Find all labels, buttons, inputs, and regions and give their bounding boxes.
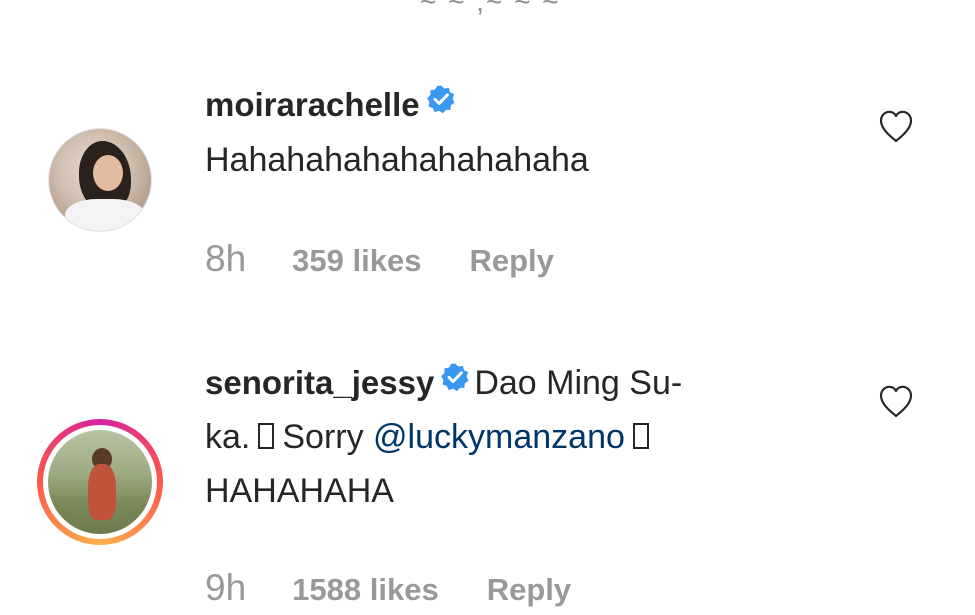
cut-off-text: ~ ~ ,~ ~ ~	[420, 0, 561, 17]
comment-meta: 8h 359 likes Reply	[205, 238, 554, 280]
comment-likes[interactable]: 359 likes	[292, 243, 421, 278]
avatar-story-ring[interactable]	[37, 419, 163, 545]
avatar	[48, 430, 152, 534]
comment-text: Hahahahahahahahahaha	[205, 141, 589, 179]
username-label[interactable]: senorita_jessy	[205, 364, 434, 401]
avatar[interactable]	[48, 128, 152, 232]
comment-meta: 9h 1588 likes Reply	[205, 567, 571, 609]
emoji-placeholder-icon	[632, 423, 649, 450]
comment-text-line1: Dao Ming Su-	[474, 364, 683, 402]
heart-outline-icon[interactable]	[876, 106, 916, 146]
reply-button[interactable]: Reply	[487, 572, 571, 607]
comment-time[interactable]: 8h	[205, 238, 246, 279]
emoji-placeholder-icon	[258, 423, 275, 450]
comment-text-segment: Sorry	[282, 418, 364, 456]
comment-text-line2: ka. Sorry @luckymanzano	[205, 410, 657, 464]
comment-text-segment: ka.	[205, 418, 251, 456]
username-label[interactable]: moirarachelle	[205, 86, 420, 123]
comment-username[interactable]: senorita_jessy Dao Ming Su-	[205, 362, 683, 404]
mention-link[interactable]: @luckymanzano	[373, 418, 625, 456]
avatar-photo-shirt	[65, 199, 145, 231]
comment-username[interactable]: moirarachelle	[205, 84, 460, 126]
comments-panel: ~ ~ ,~ ~ ~ moirarachelle Hahahahahahahah…	[0, 0, 975, 615]
comment-text-line3: HAHAHAHA	[205, 472, 394, 510]
verified-badge-icon	[440, 362, 470, 400]
heart-outline-icon[interactable]	[876, 381, 916, 421]
comment-likes[interactable]: 1588 likes	[292, 572, 439, 607]
reply-button[interactable]: Reply	[469, 243, 553, 278]
avatar-photo-face	[93, 155, 123, 191]
comment-time[interactable]: 9h	[205, 567, 246, 608]
verified-badge-icon	[426, 84, 456, 122]
avatar-photo-dress	[88, 464, 116, 520]
